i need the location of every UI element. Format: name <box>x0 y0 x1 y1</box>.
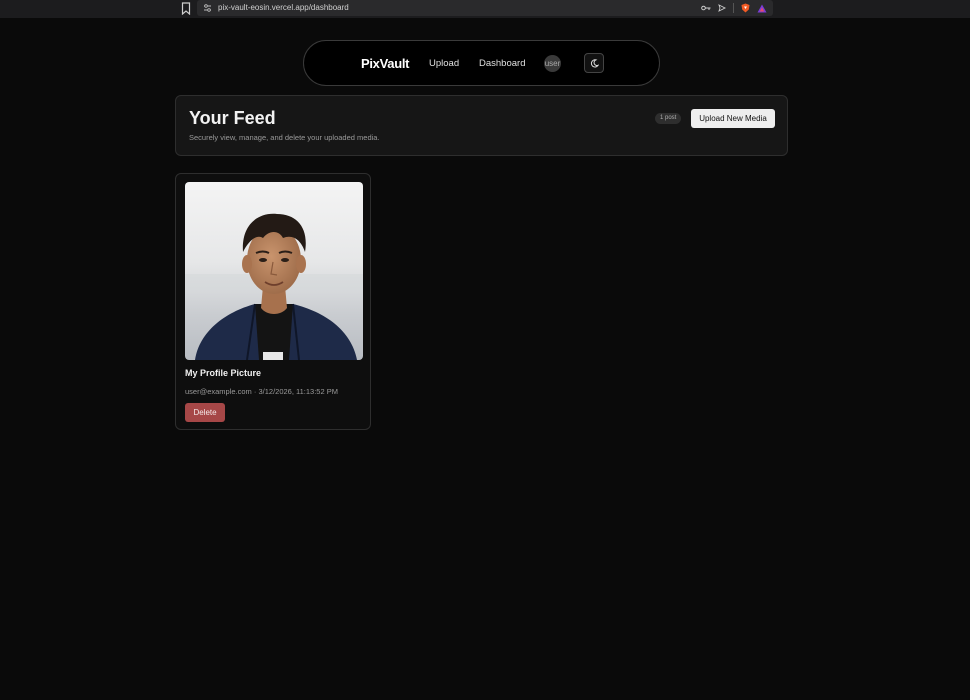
address-bar[interactable]: pix-vault-eosin.vercel.app/dashboard <box>197 0 773 16</box>
profile-photo <box>185 182 363 360</box>
post-title: My Profile Picture <box>185 368 262 378</box>
delete-button[interactable]: Delete <box>185 403 225 422</box>
post-image[interactable] <box>185 182 363 360</box>
key-icon[interactable] <box>701 4 711 12</box>
feed-header-card: Your Feed Securely view, manage, and del… <box>175 95 788 156</box>
separator <box>733 3 734 13</box>
send-icon[interactable] <box>718 4 726 12</box>
post-card: My Profile Picture user@example.com · 3/… <box>175 173 371 430</box>
address-bar-actions <box>701 2 767 14</box>
brand-logo[interactable]: PixVault <box>361 56 409 71</box>
bookmark-icon[interactable] <box>181 2 191 15</box>
user-avatar[interactable]: user <box>544 55 561 72</box>
post-count-badge: 1 post <box>655 113 682 124</box>
browser-toolbar: pix-vault-eosin.vercel.app/dashboard <box>0 0 970 18</box>
rewards-icon[interactable] <box>757 4 767 13</box>
site-settings-icon[interactable] <box>203 3 212 13</box>
nav-upload-link[interactable]: Upload <box>429 58 459 69</box>
page-subtitle: Securely view, manage, and delete your u… <box>189 133 380 142</box>
upload-new-media-button[interactable]: Upload New Media <box>691 109 775 128</box>
theme-toggle-button[interactable] <box>584 53 604 73</box>
brave-shield-icon[interactable] <box>741 3 750 13</box>
post-meta: user@example.com · 3/12/2026, 11:13:52 P… <box>185 387 338 396</box>
moon-icon <box>590 58 599 67</box>
page-title: Your Feed <box>189 108 276 128</box>
main-navbar: PixVault Upload Dashboard user <box>303 40 660 86</box>
nav-dashboard-link[interactable]: Dashboard <box>479 58 525 69</box>
url-text: pix-vault-eosin.vercel.app/dashboard <box>218 3 349 12</box>
